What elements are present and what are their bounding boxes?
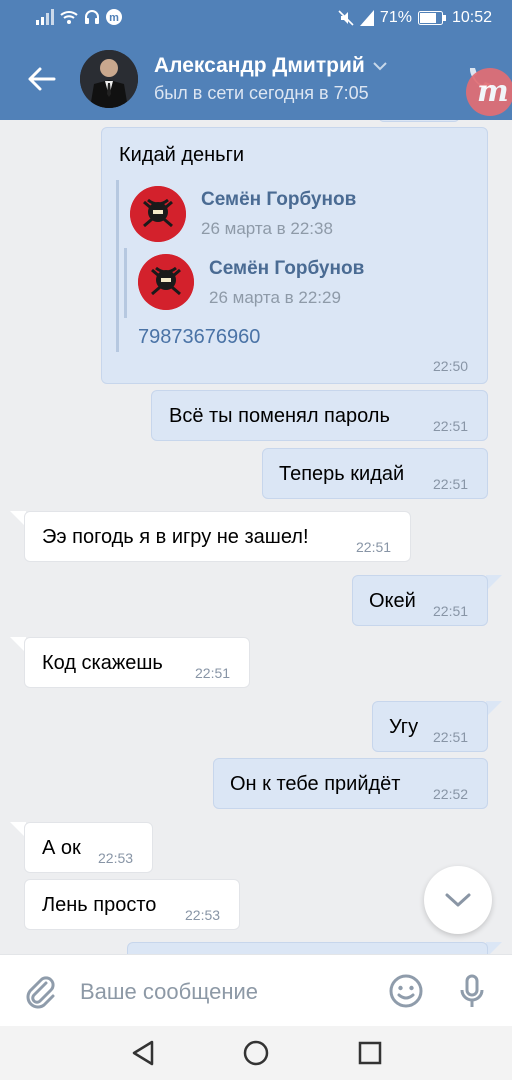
system-navigation-bar: [0, 1026, 512, 1080]
message-text: Всё ты поменял пароль: [169, 405, 390, 427]
message-input[interactable]: [78, 973, 372, 1011]
forward-avatar[interactable]: [130, 186, 186, 242]
message-composer: [0, 954, 512, 1027]
message-bubble-outgoing[interactable]: Он к тебе прийдёт 22:52: [213, 758, 488, 809]
message-time: 22:51: [433, 476, 469, 492]
wifi-icon: [60, 11, 78, 24]
chevron-down-icon: [373, 62, 387, 71]
samurai-emblem-icon: [130, 186, 186, 242]
message-bubble-outgoing[interactable]: Угу 22:51: [372, 701, 488, 752]
message-text: Кидай деньги: [119, 144, 245, 166]
overlay-app-badge-glyph: m: [477, 74, 509, 109]
forward-avatar-nested[interactable]: [138, 254, 194, 310]
status-left-icons: m: [36, 9, 122, 25]
forward-quote-line: [116, 180, 119, 352]
chevron-down-icon: [445, 893, 471, 907]
message-time: 22:51: [356, 539, 392, 555]
svg-text:m: m: [109, 12, 119, 24]
nav-home-icon[interactable]: [241, 1038, 271, 1068]
message-text: Лень просто: [42, 894, 157, 916]
message-bubble-outgoing[interactable]: Всё ты поменял пароль 22:51: [151, 390, 488, 441]
message-text: Угу: [389, 716, 419, 738]
overlay-app-badge[interactable]: m: [466, 68, 512, 116]
message-time: 22:51: [433, 603, 469, 619]
message-text: Окей: [369, 590, 416, 612]
message-text: Он к тебе прийдёт: [230, 773, 401, 795]
avatar-suit-image: [80, 50, 138, 108]
message-bubble-outgoing[interactable]: Теперь кидай 22:51: [262, 448, 488, 499]
chat-header: Александр Дмитрий был в сети сегодня в 7…: [0, 38, 512, 120]
bubble-tail: [486, 942, 502, 954]
mute-icon: [338, 10, 354, 26]
message-bubble-outgoing[interactable]: Окей 22:51: [352, 575, 488, 626]
back-arrow-icon[interactable]: [24, 62, 58, 96]
headset-icon: [85, 10, 99, 24]
chat-title[interactable]: Александр Дмитрий: [154, 54, 387, 78]
message-time: 22:51: [195, 665, 231, 681]
message-time: 22:51: [433, 729, 469, 745]
message-text: Теперь кидай: [279, 463, 405, 485]
forward-date: 26 марта в 22:38: [201, 219, 333, 238]
message-bubble-incoming[interactable]: Лень просто 22:53: [24, 879, 240, 930]
message-time: 22:51: [433, 418, 469, 434]
nav-back-icon[interactable]: [128, 1038, 158, 1068]
status-right-icons: 71% 10:52: [338, 9, 492, 27]
phone-number-link[interactable]: 79873676960: [138, 326, 260, 349]
message-time: 22:50: [433, 358, 469, 374]
scroll-to-bottom-button[interactable]: [424, 866, 492, 934]
samurai-emblem-icon: [138, 254, 194, 310]
nav-recents-icon[interactable]: [355, 1038, 385, 1068]
microphone-icon[interactable]: [452, 971, 492, 1011]
forward-quote-line-nested: [124, 248, 127, 318]
forward-author-name-nested[interactable]: Семён Горбунов: [209, 258, 364, 280]
bubble-tail: [486, 701, 502, 717]
message-time: 22:53: [98, 850, 134, 866]
signal-icon: [36, 9, 54, 25]
message-bubble-forwarded[interactable]: Кидай деньги Семён Горбунов 26 марта в 2…: [101, 127, 488, 384]
paperclip-icon[interactable]: [20, 971, 60, 1011]
message-text: Ээ погодь я в игру не зашел!: [42, 526, 309, 548]
forward-author-name[interactable]: Семён Горбунов: [201, 189, 356, 211]
contact-name: Александр Дмитрий: [154, 54, 365, 77]
battery-icon: [417, 11, 446, 25]
clock: 10:52: [451, 9, 492, 26]
message-bubble-partial[interactable]: [127, 942, 488, 954]
app-notification-icon: m: [106, 9, 122, 25]
sim-signal-icon: [359, 10, 374, 26]
contact-avatar[interactable]: [80, 50, 138, 108]
message-list[interactable]: Кидай деньги Семён Горбунов 26 марта в 2…: [0, 120, 512, 954]
battery-percent: 71%: [379, 9, 412, 26]
message-time: 22:53: [185, 907, 221, 923]
message-text: А ок: [42, 837, 81, 859]
message-bubble-incoming[interactable]: Ээ погодь я в игру не зашел! 22:51: [24, 511, 411, 562]
bubble-tail: [486, 575, 502, 591]
message-bubble-partial[interactable]: [378, 120, 460, 122]
forward-date-nested: 26 марта в 22:29: [209, 288, 341, 307]
message-bubble-incoming[interactable]: А ок 22:53: [24, 822, 153, 873]
last-seen-status: был в сети сегодня в 7:05: [154, 83, 369, 103]
message-time: 22:52: [433, 786, 469, 802]
message-bubble-incoming[interactable]: Код скажешь 22:51: [24, 637, 250, 688]
emoji-icon[interactable]: [386, 971, 426, 1011]
status-bar: m 71% 10:52: [0, 0, 512, 38]
message-text: Код скажешь: [42, 652, 163, 674]
